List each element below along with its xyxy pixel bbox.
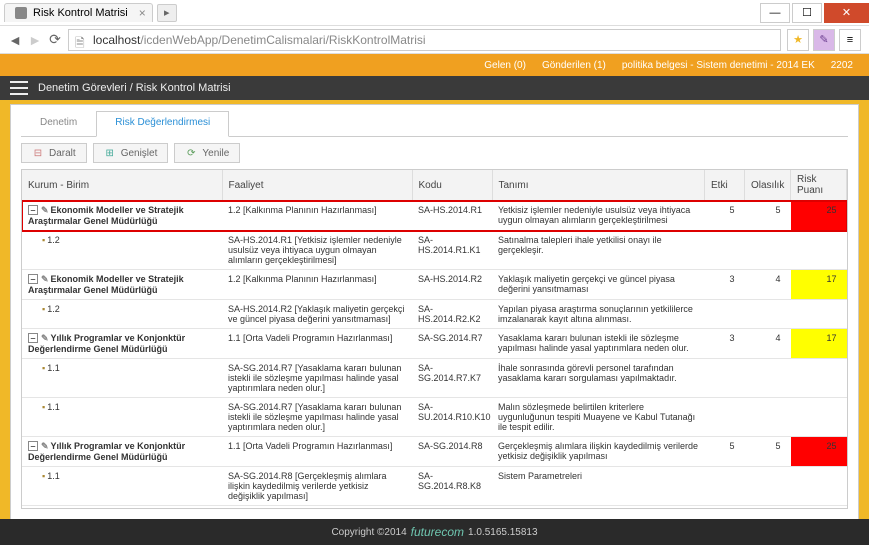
tab-favicon (15, 7, 27, 19)
extension-pen-icon[interactable]: ✎ (813, 29, 835, 51)
grid-group-row[interactable]: –✎Ekonomik Modeller ve Stratejik Araştır… (22, 270, 847, 300)
tab-denetim[interactable]: Denetim (21, 111, 96, 136)
col-tanimi[interactable]: Tanımı (492, 170, 705, 201)
collapse-row-icon[interactable]: – (28, 333, 38, 343)
collapse-icon: ⊟ (32, 147, 44, 159)
footer-version: 1.0.5165.15813 (468, 527, 538, 538)
collapse-row-icon[interactable]: – (28, 274, 38, 284)
window-close-button[interactable]: ✕ (824, 3, 869, 23)
col-kodu[interactable]: Kodu (412, 170, 492, 201)
collapse-button[interactable]: ⊟Daralt (21, 143, 87, 163)
edit-icon[interactable]: ✎ (41, 333, 49, 343)
grid-toolbar: ⊟Daralt ⊞Genişlet ⟳Yenile (11, 137, 858, 169)
collapse-row-icon[interactable]: – (28, 441, 38, 451)
grid-sub-row[interactable]: ▪1.2SA-HS.2014.R1 [Yetkisiz işlemler ned… (22, 231, 847, 270)
menu-hamburger-icon[interactable] (10, 81, 28, 95)
footer-copyright: Copyright ©2014 (331, 527, 406, 538)
collapse-row-icon[interactable]: – (28, 205, 38, 215)
page-footer: Copyright ©2014 futurecom 1.0.5165.15813 (0, 519, 869, 545)
header-code: 2202 (831, 60, 853, 71)
page-icon: 🗎 (75, 34, 87, 46)
tab-risk-degerlendirmesi[interactable]: Risk Değerlendirmesi (96, 111, 229, 137)
col-olasilik[interactable]: Olasılık (745, 170, 791, 201)
page-tabs: Denetim Risk Değerlendirmesi (21, 111, 848, 137)
breadcrumb: Denetim Görevleri / Risk Kontrol Matrisi (38, 82, 231, 94)
tab-close-icon[interactable]: × (139, 6, 146, 20)
col-faaliyet[interactable]: Faaliyet (222, 170, 412, 201)
grid-sub-row[interactable]: ▪1.1SA-SG.2014.R7 [Yasaklama kararı bulu… (22, 359, 847, 398)
refresh-button[interactable]: ⟳Yenile (174, 143, 240, 163)
nav-back-icon[interactable]: ◄ (8, 33, 22, 47)
col-etki[interactable]: Etki (705, 170, 745, 201)
grid-sub-row[interactable]: ▪1.2SA-HS.2014.R2 [Yaklaşık maliyetin ge… (22, 300, 847, 329)
expand-icon: ⊞ (104, 147, 116, 159)
tab-title: Risk Kontrol Matrisi (33, 7, 128, 19)
browser-address-bar: ◄ ► ⟳ 🗎 localhost/icdenWebApp/DenetimCal… (0, 26, 869, 54)
header-context: politika belgesi - Sistem denetimi - 201… (622, 60, 815, 71)
col-risk[interactable]: Risk Puanı (791, 170, 847, 201)
window-maximize-button[interactable]: ☐ (792, 3, 822, 23)
grid-sub-row[interactable]: ▪1.1SA-SG.2014.R8 [Gerçekleşmiş alımlara… (22, 467, 847, 506)
tree-leaf-icon: ▪ (42, 304, 45, 314)
content-panel: Denetim Risk Değerlendirmesi ⊟Daralt ⊞Ge… (10, 104, 859, 528)
grid-group-row[interactable]: –✎Yıllık Programlar ve Konjonktür Değerl… (22, 437, 847, 467)
url-host: localhost (93, 33, 140, 47)
app-header: Gelen (0) Gönderilen (1) politika belges… (0, 54, 869, 76)
window-titlebar: Risk Kontrol Matrisi × ▸ — ☐ ✕ (0, 0, 869, 26)
breadcrumb-bar: Denetim Görevleri / Risk Kontrol Matrisi (0, 76, 869, 100)
url-path: /icdenWebApp/DenetimCalismalari/RiskKont… (140, 33, 425, 47)
window-minimize-button[interactable]: — (760, 3, 790, 23)
footer-brand: futurecom (411, 525, 464, 539)
edit-icon[interactable]: ✎ (41, 441, 49, 451)
grid-sub-row[interactable]: ▪1.1SA-SG.2014.R7 [Yasaklama kararı bulu… (22, 398, 847, 437)
nav-forward-icon[interactable]: ► (28, 33, 42, 47)
grid-header-row: Kurum - Birim Faaliyet Kodu Tanımı Etki … (22, 170, 847, 201)
tree-leaf-icon: ▪ (42, 471, 45, 481)
browser-menu-icon[interactable]: ≡ (839, 29, 861, 51)
browser-tab[interactable]: Risk Kontrol Matrisi × (4, 3, 153, 22)
bookmark-star-icon[interactable]: ★ (787, 29, 809, 51)
tree-leaf-icon: ▪ (42, 363, 45, 373)
grid-group-row[interactable]: –✎Ekonomik Modeller ve Stratejik Araştır… (22, 506, 847, 510)
col-kurum[interactable]: Kurum - Birim (22, 170, 222, 201)
tree-leaf-icon: ▪ (42, 402, 45, 412)
url-input[interactable]: 🗎 localhost/icdenWebApp/DenetimCalismala… (68, 29, 781, 51)
refresh-icon: ⟳ (185, 147, 197, 159)
grid-group-row[interactable]: –✎Yıllık Programlar ve Konjonktür Değerl… (22, 329, 847, 359)
expand-button[interactable]: ⊞Genişlet (93, 143, 169, 163)
risk-grid[interactable]: Kurum - Birim Faaliyet Kodu Tanımı Etki … (21, 169, 848, 509)
new-tab-button[interactable]: ▸ (157, 4, 177, 22)
sent-link[interactable]: Gönderilen (1) (542, 60, 606, 71)
edit-icon[interactable]: ✎ (41, 274, 49, 284)
edit-icon[interactable]: ✎ (41, 205, 49, 215)
nav-reload-icon[interactable]: ⟳ (48, 33, 62, 47)
tree-leaf-icon: ▪ (42, 235, 45, 245)
inbox-link[interactable]: Gelen (0) (484, 60, 526, 71)
grid-group-row[interactable]: –✎Ekonomik Modeller ve Stratejik Araştır… (22, 201, 847, 231)
